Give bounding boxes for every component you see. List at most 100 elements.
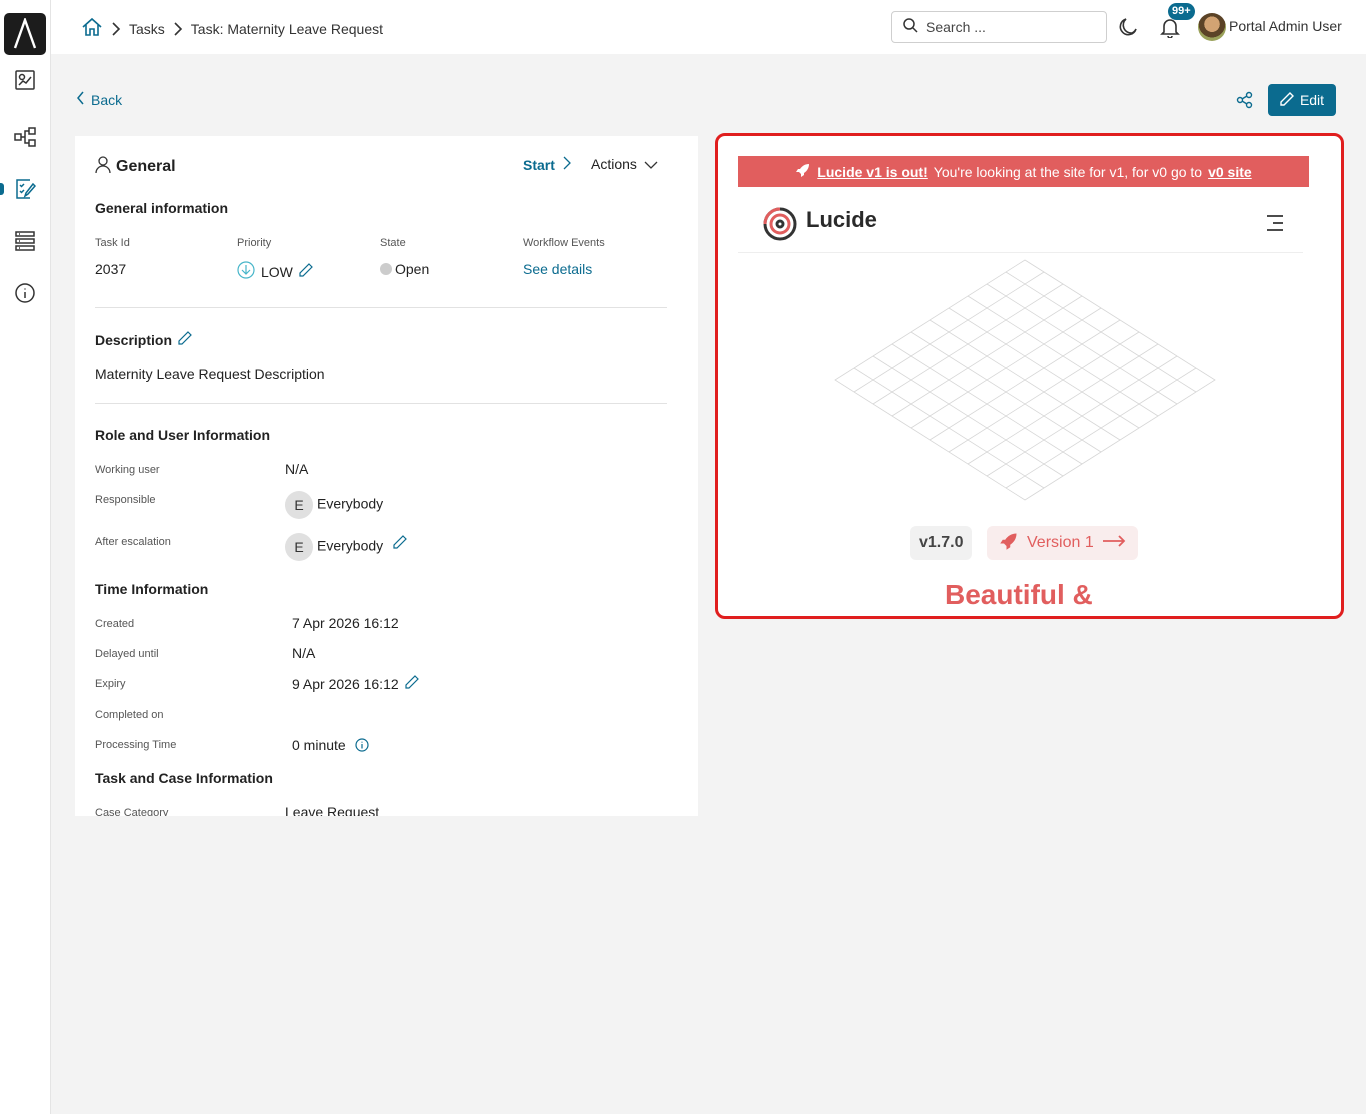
- start-button[interactable]: Start: [523, 156, 571, 173]
- description-heading: Description: [95, 332, 173, 348]
- breadcrumb-current: Task: Maternity Leave Request: [190, 20, 384, 37]
- user-name[interactable]: Portal Admin User: [1229, 18, 1342, 34]
- version-1-link[interactable]: Version 1: [987, 526, 1138, 560]
- notification-badge: 99+: [1168, 3, 1195, 20]
- general-info-heading: General information: [95, 200, 229, 216]
- lucide-preview-frame[interactable]: Lucide v1 is out! You're looking at the …: [715, 133, 1344, 619]
- case-heading: Task and Case Information: [95, 770, 273, 786]
- general-title: General: [116, 158, 176, 175]
- expiry-value: 9 Apr 2026 16:12: [292, 676, 399, 692]
- search-input[interactable]: [926, 19, 1096, 35]
- description-text: Maternity Leave Request Description: [95, 366, 325, 382]
- task-id-value: 2037: [95, 261, 127, 277]
- breadcrumb: Tasks Task: Maternity Leave Request: [81, 16, 383, 41]
- lucide-navbar: Lucide: [738, 196, 1303, 253]
- state-label: State: [380, 237, 406, 249]
- delayed-value: N/A: [292, 645, 316, 661]
- actions-label: Actions: [591, 156, 637, 172]
- dashboard-icon[interactable]: [13, 68, 37, 92]
- active-indicator: [0, 183, 4, 195]
- chevron-right-icon: [111, 21, 121, 36]
- bell-icon[interactable]: [1159, 16, 1181, 43]
- created-value: 7 Apr 2026 16:12: [292, 615, 399, 631]
- actions-dropdown[interactable]: Actions: [591, 156, 658, 172]
- delayed-label: Delayed until: [95, 648, 159, 660]
- escalation-avatar: E: [285, 533, 313, 561]
- state-value: Open: [395, 261, 430, 277]
- version-1-label: Version 1: [1027, 534, 1094, 551]
- edit-button[interactable]: Edit: [1268, 84, 1336, 116]
- divider: [95, 307, 667, 308]
- back-button[interactable]: Back: [76, 91, 122, 108]
- process-icon[interactable]: [13, 125, 37, 149]
- time-heading: Time Information: [95, 581, 209, 597]
- divider: [95, 403, 667, 404]
- expiry-label: Expiry: [95, 678, 126, 690]
- escalation-label: After escalation: [95, 536, 171, 548]
- state-dot-icon: [380, 263, 392, 275]
- isometric-grid-illustration: [834, 259, 1216, 501]
- chevron-right-icon: [173, 21, 183, 36]
- processing-value: 0 minute: [292, 737, 346, 753]
- responsible-avatar: E: [285, 491, 313, 519]
- app-logo[interactable]: [4, 13, 46, 55]
- task-details-card: General Start Actions General informatio…: [75, 136, 698, 816]
- version-badge: v1.7.0: [910, 526, 973, 560]
- search-box[interactable]: [891, 11, 1107, 43]
- rocket-icon: [999, 531, 1019, 556]
- chevron-right-icon: [563, 156, 571, 173]
- home-icon[interactable]: [81, 16, 103, 41]
- created-label: Created: [95, 618, 135, 630]
- logo-icon: [13, 18, 37, 49]
- lucide-brand[interactable]: Lucide: [806, 207, 877, 233]
- escalation-value: Everybody: [317, 537, 384, 554]
- edit-expiry-icon[interactable]: [405, 675, 419, 694]
- case-category-label: Case Category: [95, 807, 169, 816]
- priority-field: LOW: [237, 261, 313, 282]
- responsible-label: Responsible: [95, 494, 156, 506]
- back-label: Back: [91, 91, 123, 108]
- chevron-left-icon: [76, 91, 85, 108]
- chevron-down-icon: [644, 156, 658, 172]
- case-category-value: Leave Request: [285, 804, 380, 816]
- search-icon: [902, 17, 918, 38]
- see-details-link[interactable]: See details: [523, 261, 592, 277]
- edit-description-icon[interactable]: [178, 331, 192, 350]
- rocket-icon: [795, 162, 811, 181]
- workflow-label: Workflow Events: [523, 237, 605, 249]
- working-user-value: N/A: [285, 461, 309, 477]
- banner-link-v0[interactable]: v0 site: [1208, 164, 1252, 180]
- tasks-icon[interactable]: [13, 177, 37, 201]
- breadcrumb-tasks[interactable]: Tasks: [129, 21, 165, 37]
- arrow-down-circle-icon: [237, 261, 255, 282]
- priority-value: LOW: [261, 263, 293, 280]
- info-icon[interactable]: [355, 738, 369, 757]
- lucide-logo-icon[interactable]: [762, 206, 798, 247]
- completed-label: Completed on: [95, 709, 164, 721]
- avatar[interactable]: [1198, 13, 1226, 41]
- escalation-field: E Everybody: [285, 533, 383, 561]
- responsible-value: Everybody: [317, 495, 384, 512]
- info-icon[interactable]: [13, 281, 37, 305]
- dark-mode-icon[interactable]: [1117, 16, 1139, 43]
- cases-list-icon[interactable]: [13, 229, 37, 253]
- working-user-label: Working user: [95, 464, 160, 476]
- arrow-right-icon: [1102, 534, 1126, 552]
- edit-escalation-icon[interactable]: [393, 535, 407, 554]
- responsible-field: E Everybody: [285, 491, 383, 519]
- lucide-headline: Beautiful &: [945, 579, 1093, 610]
- pencil-icon: [1280, 91, 1294, 109]
- menu-icon[interactable]: [1265, 214, 1285, 237]
- edit-label: Edit: [1299, 92, 1325, 108]
- user-icon: [95, 156, 111, 179]
- start-label: Start: [523, 156, 555, 173]
- top-bar: Tasks Task: Maternity Leave Request 99+ …: [51, 0, 1366, 54]
- share-icon[interactable]: [1236, 91, 1254, 114]
- priority-label: Priority: [237, 237, 272, 249]
- banner-text: You're looking at the site for v1, for v…: [933, 163, 1203, 180]
- sidebar: [0, 0, 51, 1114]
- banner-link-v1[interactable]: Lucide v1 is out!: [817, 164, 927, 180]
- edit-priority-icon[interactable]: [299, 263, 313, 280]
- lucide-banner: Lucide v1 is out! You're looking at the …: [738, 156, 1309, 187]
- role-heading: Role and User Information: [95, 427, 271, 443]
